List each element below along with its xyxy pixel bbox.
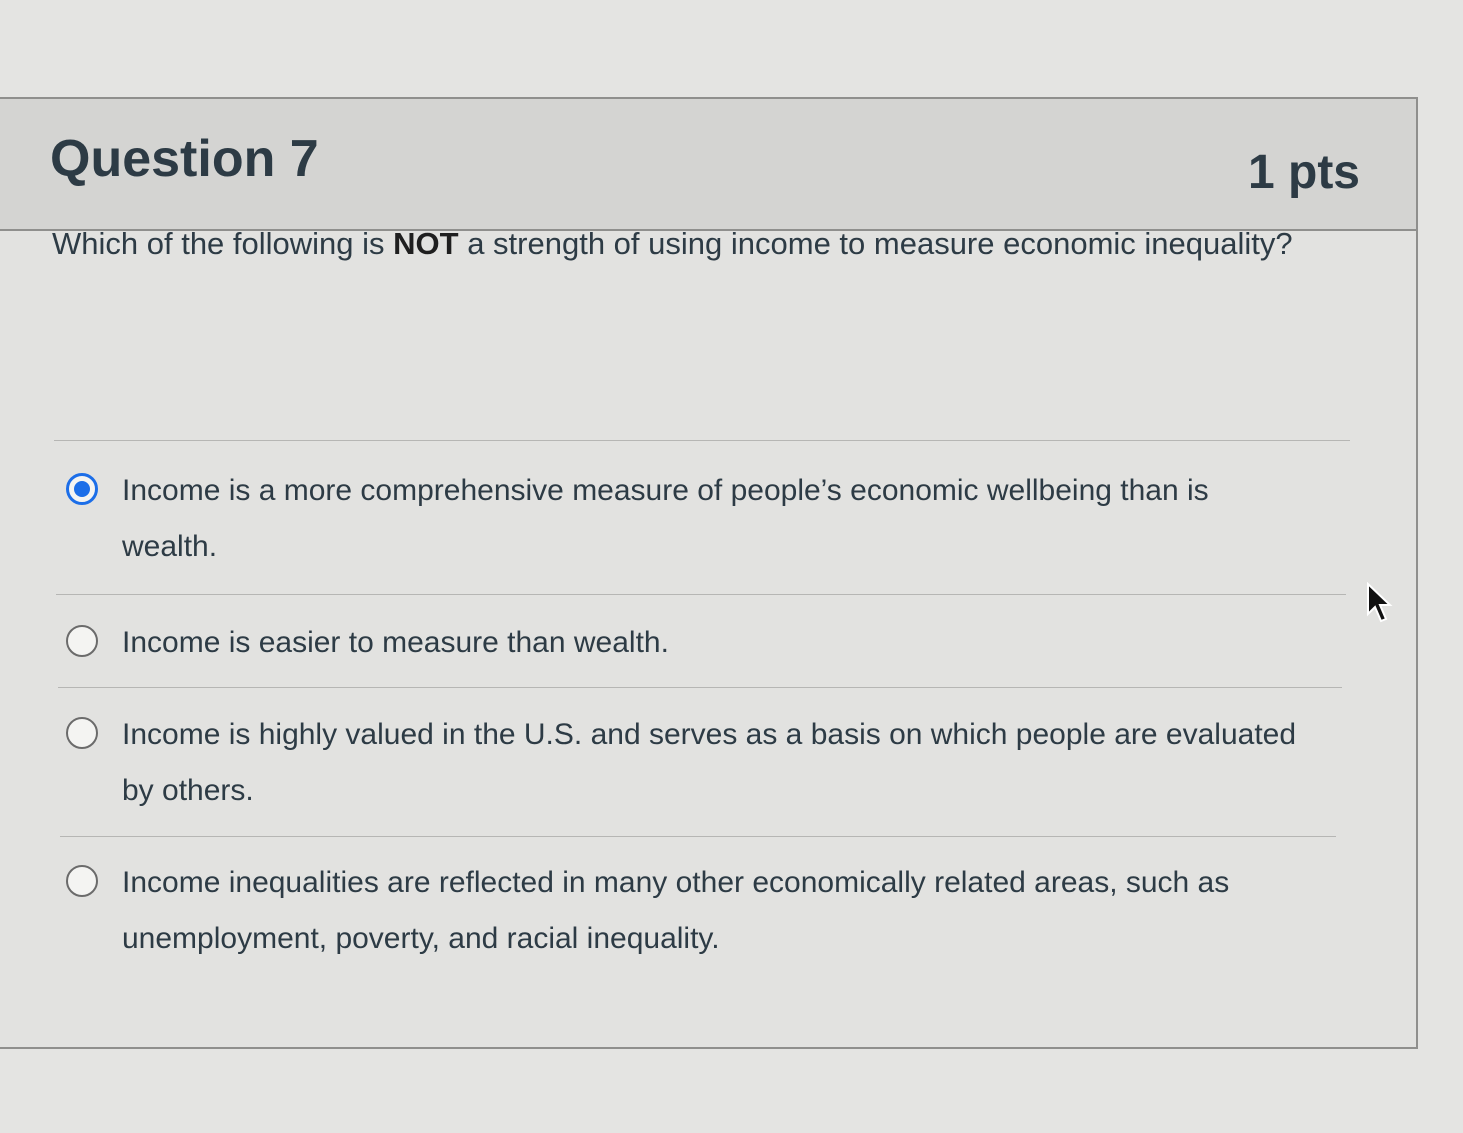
prompt-emphasis: NOT [393, 226, 459, 261]
radio-button[interactable] [66, 865, 98, 897]
divider [58, 687, 1342, 688]
divider [60, 836, 1336, 837]
question-header: Question 7 1 pts [0, 99, 1416, 231]
answer-label: Income is easier to measure than wealth. [122, 626, 669, 659]
question-title: Question 7 [50, 130, 319, 188]
prompt-text-end: a strength of using income to measure ec… [458, 226, 1293, 261]
question-prompt: Which of the following is NOT a strength… [52, 226, 1372, 262]
mouse-pointer-icon [1367, 582, 1393, 623]
prompt-text-start: Which of the following is [52, 226, 394, 261]
answer-label: Income is highly valued in the U.S. and … [122, 718, 1297, 807]
divider [54, 440, 1350, 441]
divider [56, 594, 1346, 595]
radio-button[interactable] [66, 717, 98, 749]
answer-label: Income is a more comprehensive measure o… [122, 474, 1209, 563]
question-points: 1 pts [1247, 146, 1360, 199]
radio-button[interactable] [66, 625, 98, 657]
answer-label: Income inequalities are reflected in man… [122, 866, 1230, 955]
radio-button-selected[interactable] [66, 473, 98, 505]
